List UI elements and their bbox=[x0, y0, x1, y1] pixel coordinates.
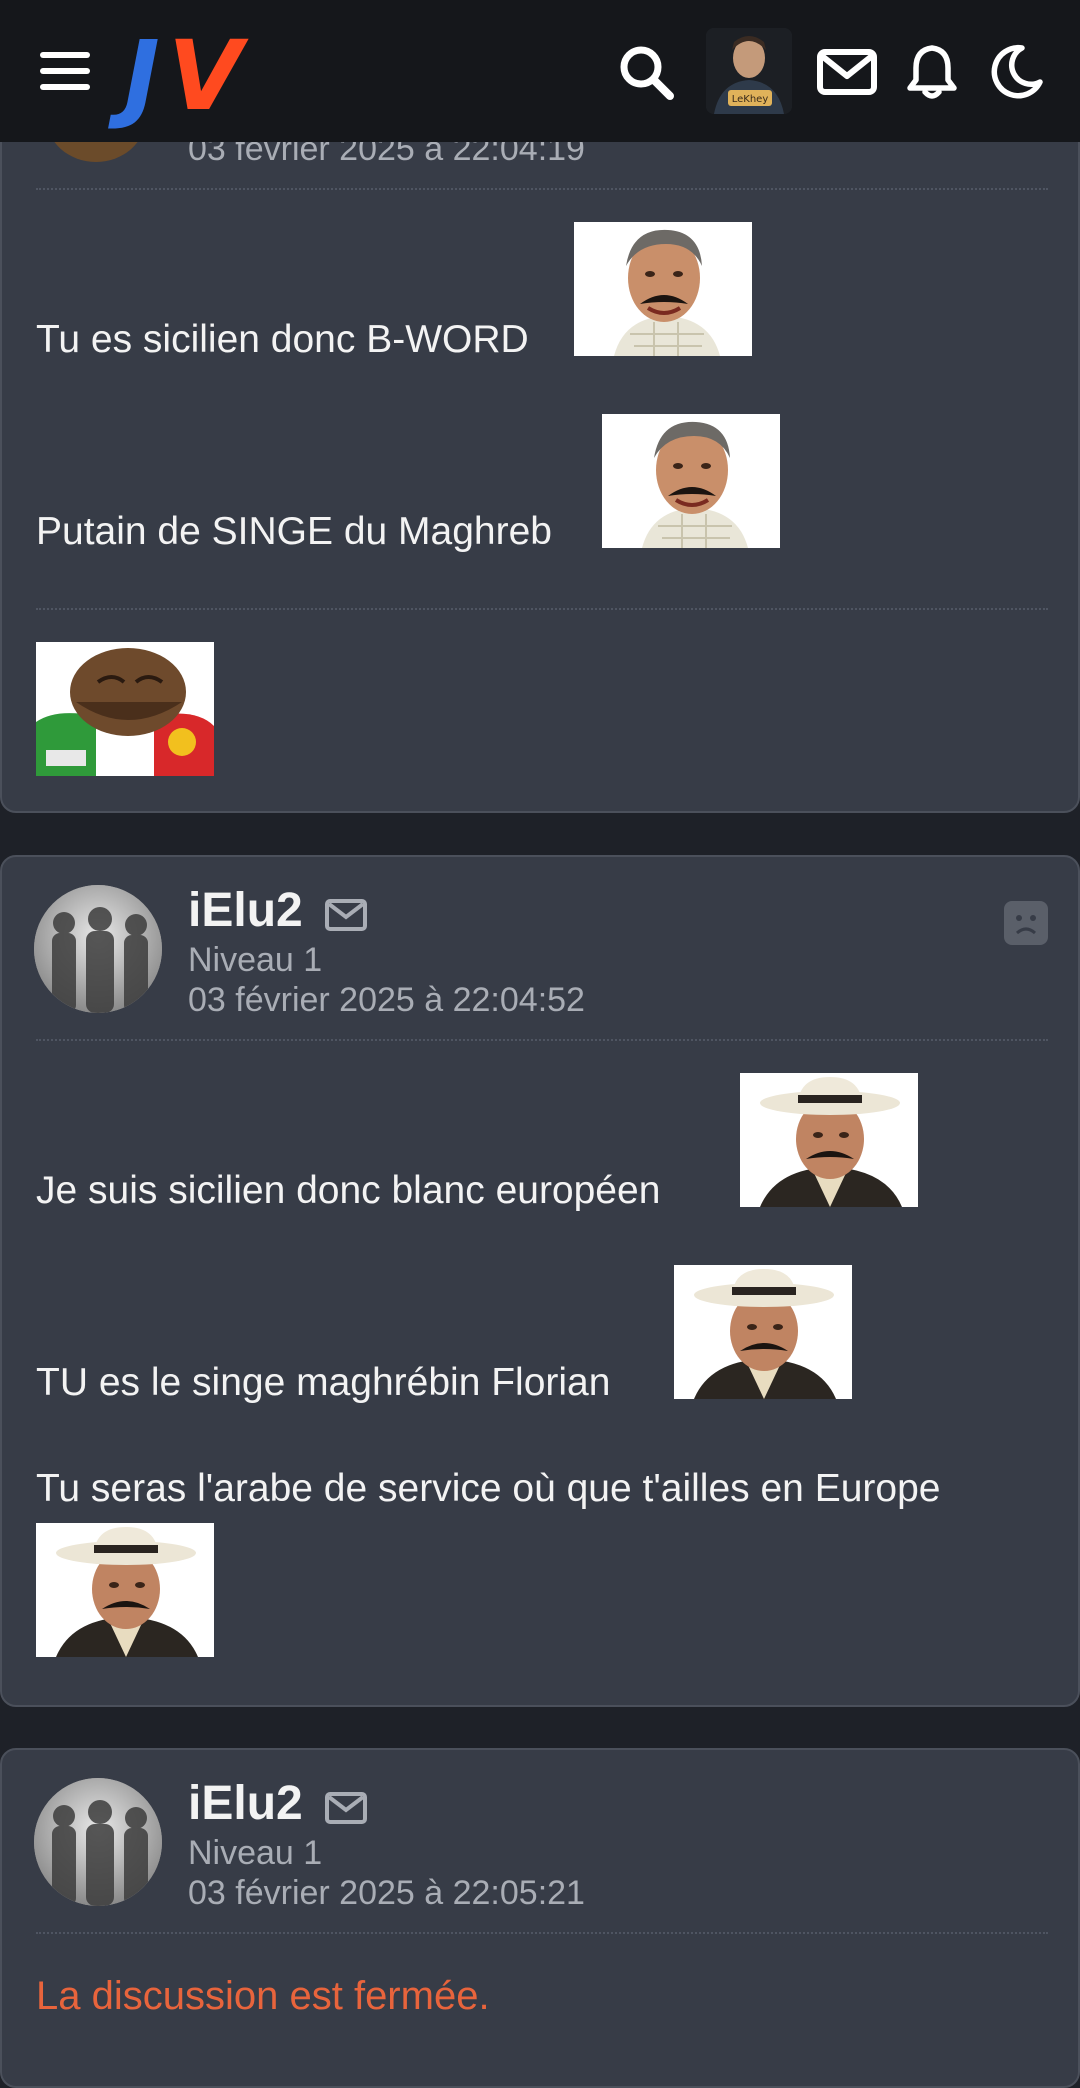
top-bar: J V LeKhey bbox=[0, 0, 1080, 142]
message-line: Tu seras l'arabe de service où que t'ail… bbox=[36, 1467, 941, 1510]
discussion-closed-message: La discussion est fermée. bbox=[36, 1974, 490, 2018]
post-header: iElu2 Niveau 1 03 février 2025 à 22:04:5… bbox=[2, 857, 1078, 1037]
signature-sticker[interactable] bbox=[36, 642, 214, 776]
post-date[interactable]: 03 février 2025 à 22:04:52 bbox=[188, 981, 585, 1020]
header-divider bbox=[36, 188, 1048, 190]
user-avatar[interactable]: LeKhey bbox=[706, 28, 792, 114]
moon-icon[interactable] bbox=[986, 42, 1046, 102]
risitas-hat-sticker[interactable] bbox=[674, 1265, 852, 1399]
post-card: iElu2 Niveau 1 03 février 2025 à 22:04:5… bbox=[0, 855, 1080, 1707]
search-icon[interactable] bbox=[616, 42, 676, 102]
header-divider bbox=[36, 1932, 1048, 1934]
menu-icon[interactable] bbox=[40, 52, 90, 90]
post-date[interactable]: 03 février 2025 à 22:05:21 bbox=[188, 1874, 585, 1913]
mail-icon[interactable] bbox=[816, 42, 878, 102]
bell-icon[interactable] bbox=[902, 42, 962, 102]
risitas-hat-sticker[interactable] bbox=[36, 1523, 214, 1657]
message-line: TU es le singe maghrébin Florian bbox=[36, 1361, 611, 1404]
logo-letter-j: J bbox=[124, 20, 160, 132]
message-line: Je suis sicilien donc blanc européen bbox=[36, 1169, 661, 1212]
author-username[interactable]: iElu2 bbox=[188, 883, 303, 938]
post-header: iElu2 Niveau 1 03 février 2025 à 22:05:2… bbox=[2, 1750, 1078, 1930]
report-icon[interactable] bbox=[1004, 901, 1048, 945]
signature-divider bbox=[36, 608, 1048, 610]
logo-letter-v: V bbox=[168, 20, 243, 132]
risitas-sticker[interactable] bbox=[602, 414, 780, 548]
author-level: Niveau 1 bbox=[188, 941, 323, 979]
header-divider bbox=[36, 1039, 1048, 1041]
author-username[interactable]: iElu2 bbox=[188, 1776, 303, 1831]
send-message-icon[interactable] bbox=[324, 1788, 368, 1828]
avatar-caption: LeKhey bbox=[732, 94, 769, 105]
send-message-icon[interactable] bbox=[324, 895, 368, 935]
author-avatar[interactable] bbox=[34, 1778, 162, 1906]
message-line: Tu es sicilien donc B-WORD bbox=[36, 318, 529, 361]
jv-logo[interactable]: J V bbox=[124, 20, 242, 132]
author-level: Niveau 1 bbox=[188, 1834, 323, 1872]
author-avatar[interactable] bbox=[34, 885, 162, 1013]
risitas-hat-sticker[interactable] bbox=[740, 1073, 918, 1207]
post-card: 03 février 2025 à 22:04:19 Tu es sicilie… bbox=[0, 72, 1080, 813]
post-card: iElu2 Niveau 1 03 février 2025 à 22:05:2… bbox=[0, 1748, 1080, 2088]
message-line: Putain de SINGE du Maghreb bbox=[36, 510, 552, 553]
risitas-sticker[interactable] bbox=[574, 222, 752, 356]
